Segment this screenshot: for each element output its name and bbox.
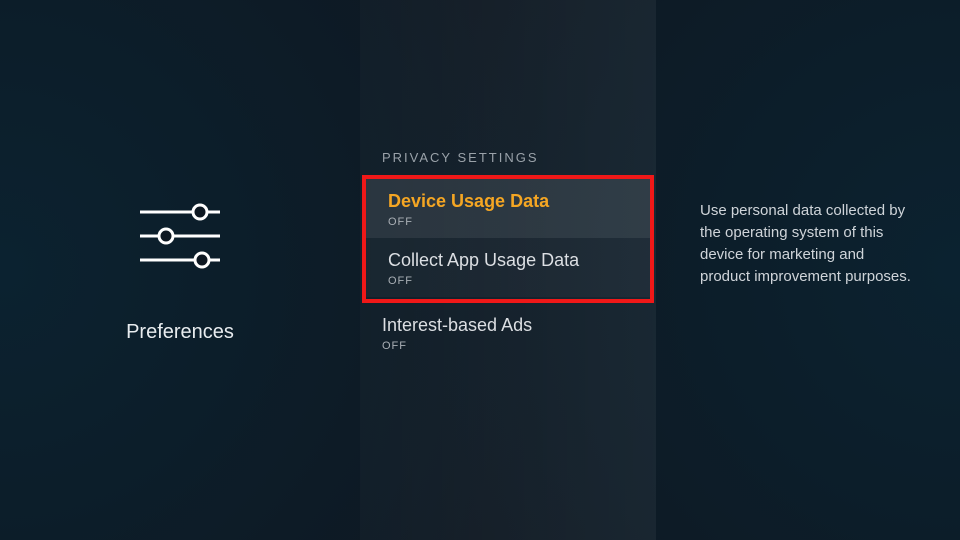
description-pane: Use personal data collected by the opera… bbox=[656, 0, 960, 540]
preferences-icon bbox=[132, 196, 228, 281]
setting-value: OFF bbox=[382, 340, 634, 352]
setting-value: OFF bbox=[388, 216, 628, 228]
setting-device-usage-data[interactable]: Device Usage Data OFF bbox=[366, 179, 650, 238]
setting-title: Interest-based Ads bbox=[382, 315, 634, 336]
left-pane-title: Preferences bbox=[126, 321, 234, 344]
setting-interest-based-ads[interactable]: Interest-based Ads OFF bbox=[360, 303, 656, 362]
settings-list: PRIVACY SETTINGS Device Usage Data OFF C… bbox=[360, 0, 656, 540]
settings-screen: Preferences PRIVACY SETTINGS Device Usag… bbox=[0, 0, 960, 540]
setting-description: Use personal data collected by the opera… bbox=[700, 200, 912, 288]
annotation-highlight: Device Usage Data OFF Collect App Usage … bbox=[362, 175, 654, 303]
setting-title: Collect App Usage Data bbox=[388, 250, 628, 271]
left-pane: Preferences bbox=[0, 0, 360, 540]
setting-title: Device Usage Data bbox=[388, 191, 628, 212]
setting-value: OFF bbox=[388, 275, 628, 287]
setting-collect-app-usage-data[interactable]: Collect App Usage Data OFF bbox=[366, 238, 650, 297]
section-header: PRIVACY SETTINGS bbox=[360, 150, 656, 175]
